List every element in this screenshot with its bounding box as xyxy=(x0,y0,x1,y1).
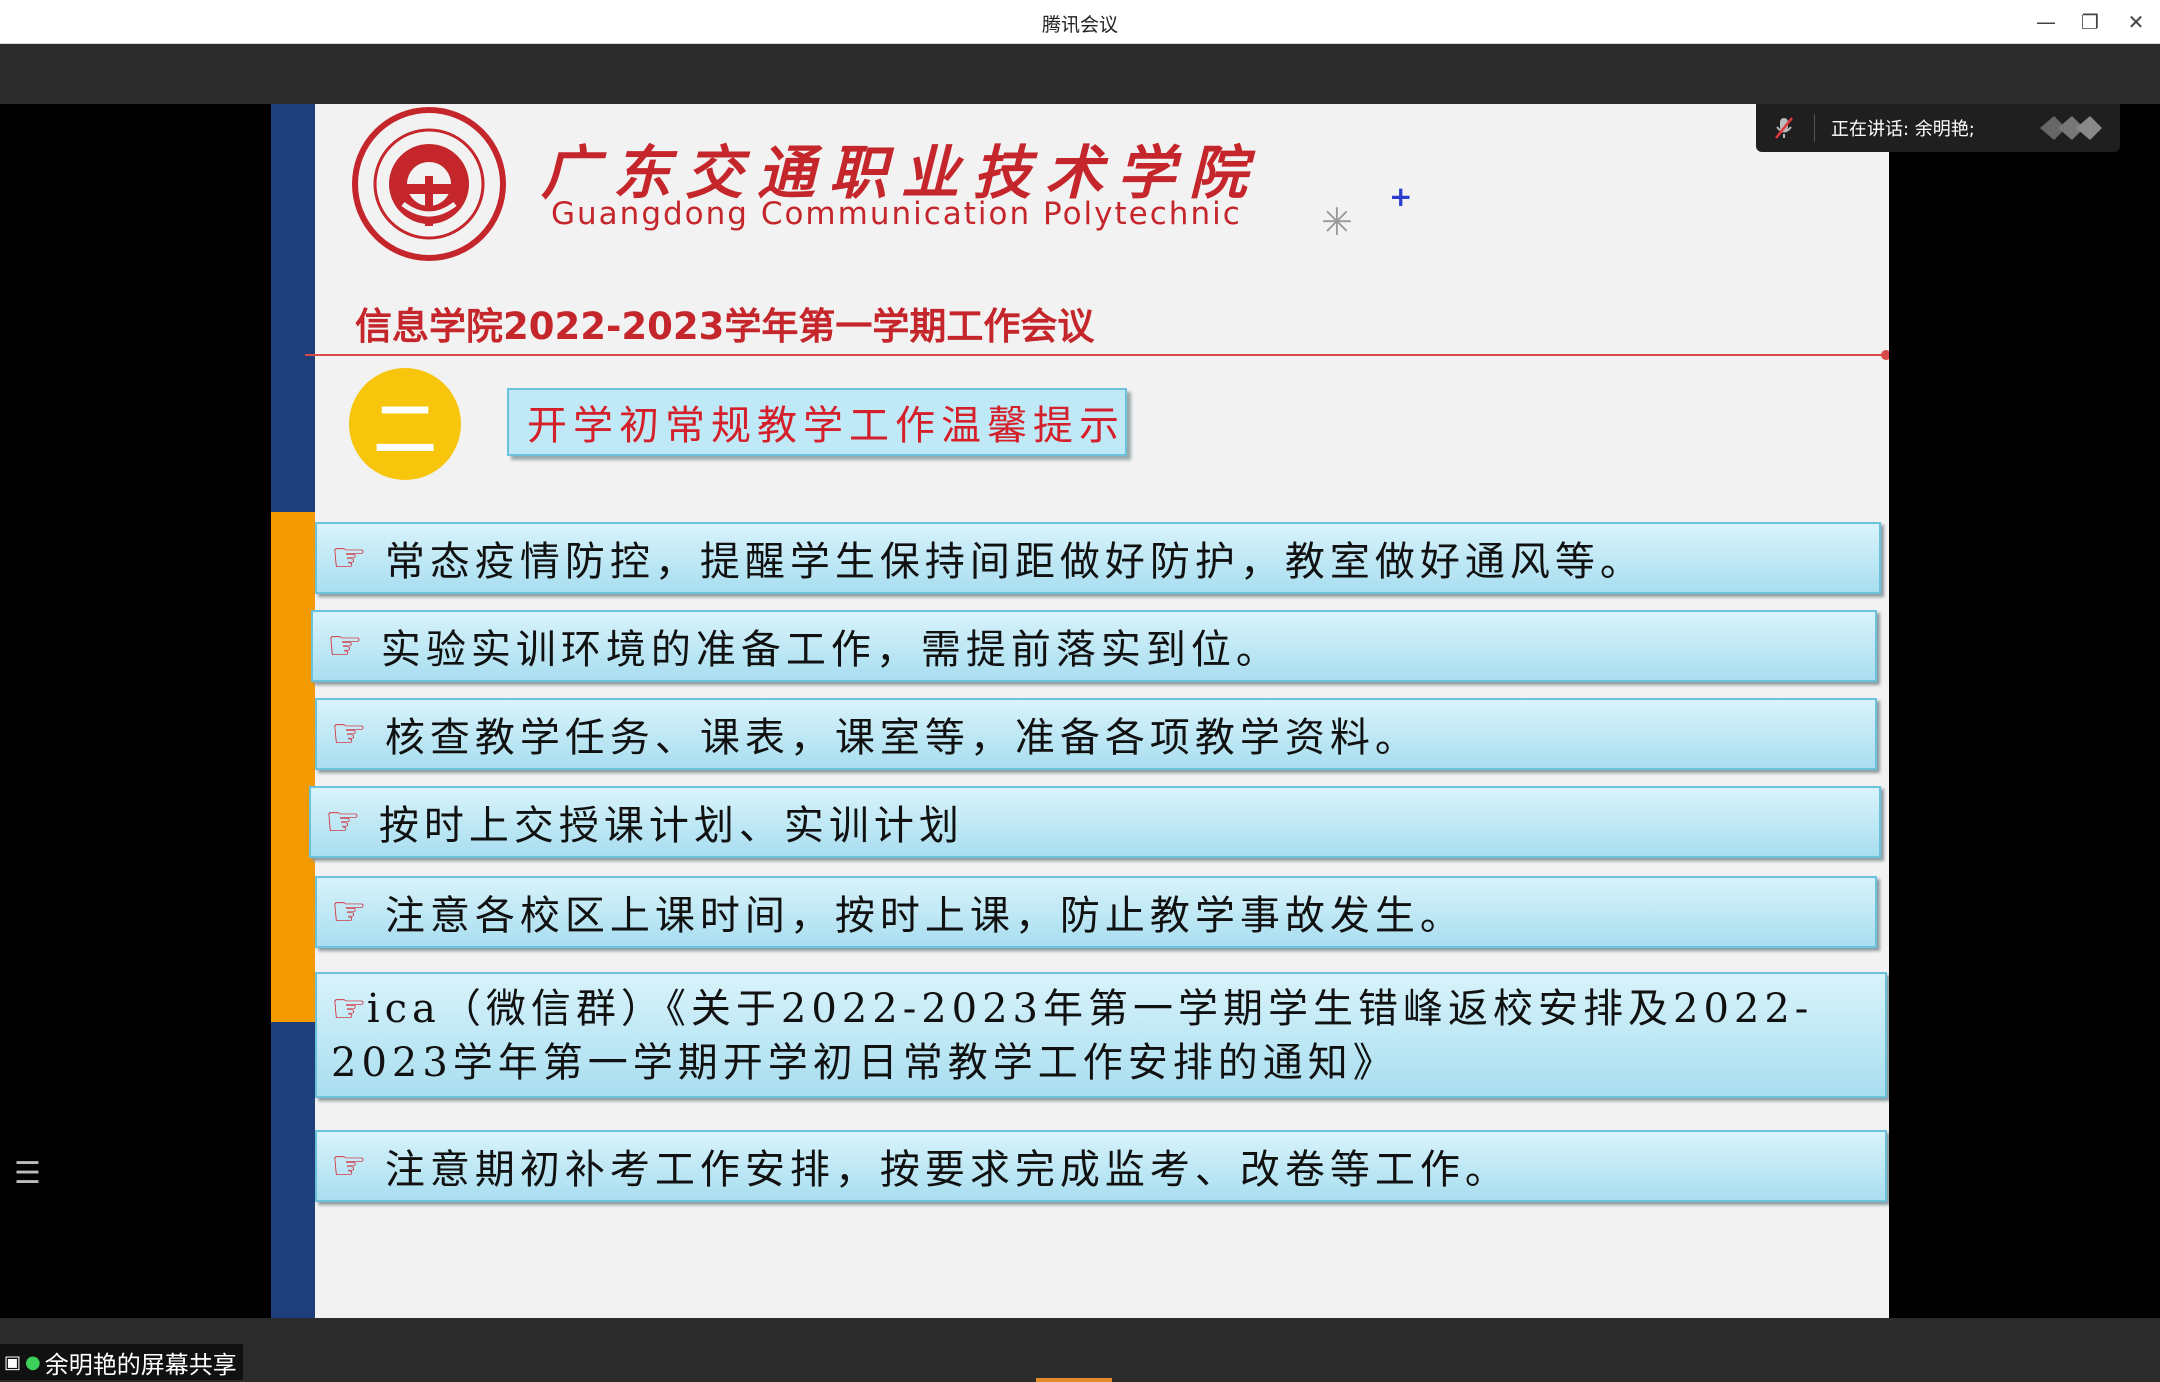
list-item: ☞ 核查教学任务、课表，课室等，准备各项教学资料。 xyxy=(315,698,1877,770)
sparkle-icon: ✳ xyxy=(1321,200,1353,244)
list-item-text: 按时上交授课计划、实训计划 xyxy=(378,803,964,849)
screen-share-icon: ▣ xyxy=(4,1351,22,1373)
list-item-text: 实验实训环境的准备工作，需提前落实到位。 xyxy=(380,627,1281,673)
window-title: 腾讯会议 xyxy=(1041,14,1118,36)
mic-icon: ● xyxy=(25,1351,41,1373)
pointing-hand-icon: ☞ xyxy=(331,711,367,757)
pointing-hand-icon: ☞ xyxy=(331,535,367,581)
meeting-bottom-bar xyxy=(0,1318,2160,1382)
school-logo: 1959 xyxy=(352,107,506,261)
pointing-hand-icon: ☞ xyxy=(327,623,363,669)
logo-year: 1959 xyxy=(415,150,443,163)
cursor-plus-icon: + xyxy=(1389,180,1413,213)
pointing-hand-icon: ☞ xyxy=(331,986,367,1032)
close-icon[interactable]: ✕ xyxy=(2118,6,2154,38)
slide-side-bar-orange xyxy=(271,512,315,1022)
list-item-text: 注意各校区上课时间，按时上课，防止教学事故发生。 xyxy=(384,893,1465,939)
pointing-hand-icon: ☞ xyxy=(331,889,367,935)
list-item: ☞ 注意各校区上课时间，按时上课，防止教学事故发生。 xyxy=(315,876,1877,948)
school-name-en: Guangdong Communication Polytechnic xyxy=(551,196,1242,232)
list-item: ☞ 实验实训环境的准备工作，需提前落实到位。 xyxy=(311,610,1877,682)
meeting-title: 信息学院2022-2023学年第一学期工作会议 xyxy=(355,305,1095,348)
screen-share-label: ▣ ● 余明艳的屏幕共享 xyxy=(0,1344,243,1380)
divider-dot xyxy=(1881,350,1889,360)
speaker-label: 正在讲话: 余明艳; xyxy=(1831,119,1975,140)
pointing-hand-icon: ☞ xyxy=(325,799,361,845)
speaker-separator xyxy=(1814,114,1815,142)
meeting-top-strip xyxy=(0,44,2160,104)
audio-wave-icon xyxy=(2040,116,2102,140)
list-menu-icon[interactable]: ☰ xyxy=(14,1156,41,1191)
list-item-text: 常态疫情防控，提醒学生保持间距做好防护，教室做好通风等。 xyxy=(384,539,1645,585)
list-item: ☞ica（微信群）《关于2022-2023年第一学期学生错峰返校安排及2022-… xyxy=(315,972,1887,1098)
window-titlebar: 腾讯会议 — ❐ ✕ xyxy=(0,0,2160,44)
list-item-text: 核查教学任务、课表，课室等，准备各项教学资料。 xyxy=(384,715,1420,761)
list-item: ☞ 注意期初补考工作安排，按要求完成监考、改卷等工作。 xyxy=(315,1130,1887,1202)
title-divider xyxy=(305,354,1885,356)
active-speaker-indicator: 正在讲话: 余明艳; xyxy=(1756,104,2120,152)
shared-slide: 1959 广东交通职业技术学院 Guangdong Communication … xyxy=(271,104,1889,1318)
muted-mic-icon xyxy=(1770,114,1798,142)
screen-share-text: 余明艳的屏幕共享 xyxy=(44,1350,237,1379)
list-item: ☞ 常态疫情防控，提醒学生保持间距做好防护，教室做好通风等。 xyxy=(315,522,1881,594)
section-title: 开学初常规教学工作温馨提示 xyxy=(507,388,1127,456)
section-number-badge: 二 xyxy=(349,368,461,480)
pointing-hand-icon: ☞ xyxy=(331,1143,367,1189)
restore-icon[interactable]: ❐ xyxy=(2072,6,2108,38)
list-item: ☞ 按时上交授课计划、实训计划 xyxy=(309,786,1881,858)
minimize-icon[interactable]: — xyxy=(2028,6,2064,38)
list-item-text: ica（微信群）《关于2022-2023年第一学期学生错峰返校安排及2022-2… xyxy=(331,986,1814,1086)
bottom-highlight-tab xyxy=(1036,1378,1112,1382)
list-item-text: 注意期初补考工作安排，按要求完成监考、改卷等工作。 xyxy=(384,1147,1510,1193)
